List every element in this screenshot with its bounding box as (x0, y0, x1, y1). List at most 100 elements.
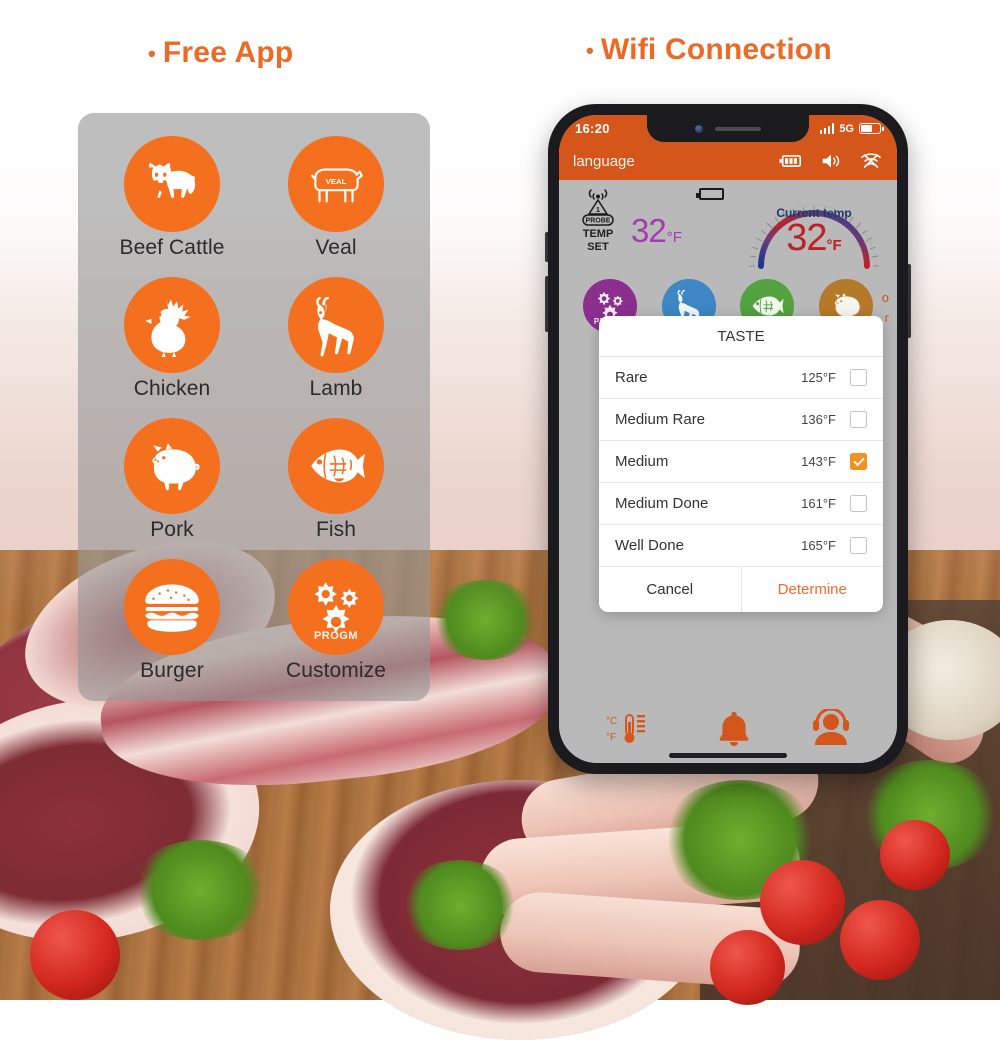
veal-circle[interactable]: VEAL (288, 135, 384, 232)
home-indicator[interactable] (669, 753, 787, 758)
food-item-label: Beef Cattle (119, 235, 225, 259)
taste-option-medium-done[interactable]: Medium Done 161°F (599, 483, 883, 525)
celsius-label: °C (606, 716, 617, 727)
goat-lamb-icon (316, 296, 354, 356)
tomato (880, 820, 950, 890)
parsley-garnish (130, 840, 270, 940)
food-item-beef-cattle[interactable]: Beef Cattle (90, 127, 254, 268)
battery-level-icon[interactable] (779, 150, 803, 172)
dialog-action-bar: Cancel Determine (599, 567, 883, 612)
set-temp-value: 32 (631, 212, 667, 249)
food-item-label: Lamb (309, 376, 363, 400)
support-headset-icon (812, 709, 849, 745)
tomato (30, 910, 120, 1000)
header-icon-group (779, 150, 883, 172)
food-item-chicken[interactable]: Chicken (90, 268, 254, 409)
headline-free-app: • Free App (148, 36, 293, 70)
tomato (710, 930, 785, 1005)
beef-cattle-circle[interactable] (124, 135, 220, 232)
taste-option-temp: 125°F (801, 370, 836, 385)
status-time: 16:20 (575, 121, 610, 136)
earpiece-speaker (715, 126, 761, 131)
pork-circle[interactable] (124, 417, 220, 514)
taste-option-well-done[interactable]: Well Done 165°F (599, 525, 883, 567)
pig-icon (152, 442, 200, 490)
lamb-circle[interactable] (288, 276, 384, 373)
cancel-button[interactable]: Cancel (599, 567, 741, 612)
probe-number: 1 (596, 205, 600, 214)
taste-option-rare[interactable]: Rare 125°F (599, 357, 883, 399)
taste-option-checkbox[interactable] (850, 369, 867, 386)
food-item-label: Pork (150, 517, 194, 541)
taste-option-label: Medium Done (615, 495, 709, 512)
taste-option-temp: 165°F (801, 538, 836, 553)
gauge-reading: 32°F (739, 217, 889, 260)
food-item-pork[interactable]: Pork (90, 409, 254, 550)
food-item-fish[interactable]: Fish (254, 409, 418, 550)
tomato (840, 900, 920, 980)
headline-left-text: Free App (162, 36, 294, 69)
front-camera-icon (695, 124, 703, 133)
taste-option-checkbox[interactable] (850, 453, 867, 470)
fahrenheit-label: °F (606, 732, 616, 743)
unit-toggle-button[interactable]: °C °F (604, 712, 658, 746)
smartphone-mockup: 16:20 5G language 1 PROBE TEMP SET 32 °F… (545, 104, 911, 774)
wifi-disconnected-icon[interactable] (859, 150, 883, 172)
headline-right-text: Wifi Connection (600, 33, 832, 66)
taste-option-checkbox[interactable] (850, 495, 867, 512)
parsley-garnish (400, 860, 520, 950)
headline-wifi-connection: • Wifi Connection (586, 33, 832, 67)
temperature-panel: 1 PROBE TEMP SET 32 °F Current temp 32°F (559, 180, 897, 276)
device-battery-icon (696, 188, 724, 200)
customize-circle[interactable]: PROGM (288, 558, 384, 655)
bullet-glyph: • (148, 41, 156, 67)
chicken-circle[interactable] (124, 276, 220, 373)
chicken-icon (145, 297, 191, 357)
food-item-label: Veal (315, 235, 357, 259)
taste-option-temp: 161°F (801, 496, 836, 511)
signal-bars-icon (819, 123, 835, 134)
taste-option-medium-rare[interactable]: Medium Rare 136°F (599, 399, 883, 441)
taste-dialog-title: TASTE (599, 316, 883, 357)
food-item-label: Chicken (133, 376, 211, 400)
food-item-label: Customize (285, 658, 387, 682)
food-item-lamb[interactable]: Lamb (254, 268, 418, 409)
status-indicators: 5G (819, 122, 884, 135)
food-item-label: Fish (315, 517, 357, 541)
taste-option-medium[interactable]: Medium 143°F (599, 441, 883, 483)
probe-signal-icon: 1 PROBE (582, 189, 614, 226)
taste-option-temp: 136°F (801, 412, 836, 427)
taste-option-label: Medium (615, 453, 669, 470)
probe-word: PROBE (586, 218, 611, 225)
thermometer-unit-toggle-icon: °C °F (606, 714, 646, 743)
bottom-navigation-bar: °C °F (559, 701, 897, 763)
alarm-button[interactable] (713, 709, 755, 749)
set-temperature-display[interactable]: 32 °F (627, 186, 682, 250)
hidden-label-group: o r (882, 288, 889, 327)
taste-option-checkbox[interactable] (850, 537, 867, 554)
temp-set-caption-line1: TEMP (582, 228, 614, 240)
language-button[interactable]: language (573, 153, 635, 170)
taste-option-temp: 143°F (801, 454, 836, 469)
taste-option-checkbox[interactable] (850, 411, 867, 428)
determine-button[interactable]: Determine (740, 567, 884, 612)
veal-cow-outline-icon: VEAL (311, 167, 363, 203)
fish-circle[interactable] (288, 417, 384, 514)
food-type-panel: Beef Cattle VEAL Veal Chicken Lamb Pork … (78, 113, 430, 701)
set-temp-unit: °F (666, 229, 682, 246)
network-type-label: 5G (839, 122, 854, 135)
food-item-customize[interactable]: PROGM Customize (254, 550, 418, 691)
burger-icon (145, 583, 199, 632)
app-header: language (559, 142, 897, 180)
food-item-label: Burger (140, 658, 204, 682)
taste-option-label: Well Done (615, 537, 684, 554)
food-item-burger[interactable]: Burger (90, 550, 254, 691)
food-item-veal[interactable]: VEAL Veal (254, 127, 418, 268)
power-button[interactable] (908, 264, 911, 338)
svg-text:VEAL: VEAL (326, 177, 347, 186)
burger-circle[interactable] (124, 558, 220, 655)
speaker-volume-icon[interactable] (819, 150, 843, 172)
probe-indicator[interactable]: 1 PROBE TEMP SET (569, 186, 627, 253)
tomato (760, 860, 845, 945)
support-button[interactable] (810, 709, 852, 749)
